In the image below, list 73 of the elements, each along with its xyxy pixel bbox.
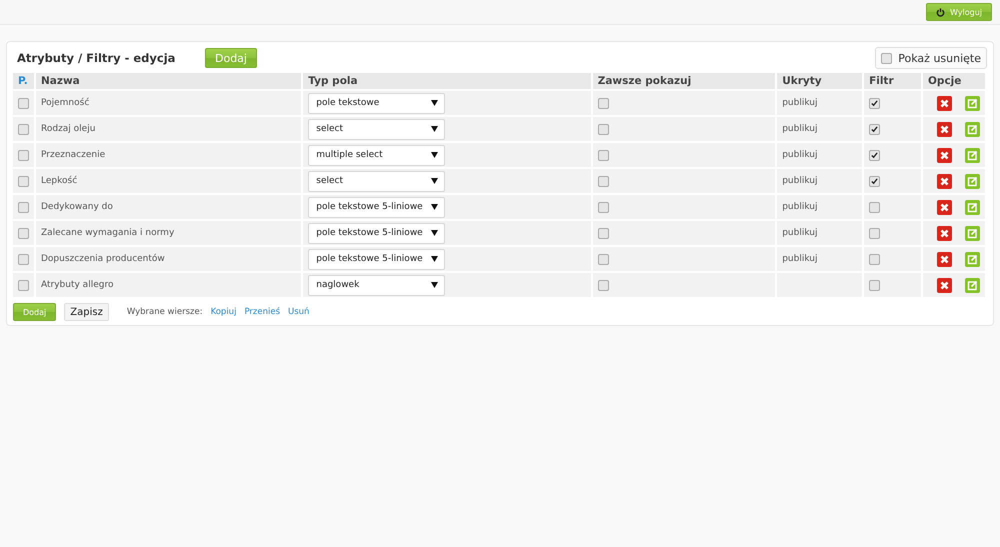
field-type-select[interactable]: pole tekstowe 5-liniowe: [308, 222, 446, 244]
checkbox[interactable]: [598, 254, 609, 264]
delete-icon[interactable]: [937, 252, 952, 266]
checkbox[interactable]: [869, 202, 880, 212]
checkbox[interactable]: [18, 124, 29, 134]
field-type-select[interactable]: naglowek: [308, 274, 446, 296]
caret-icon: [431, 126, 438, 132]
edit-icon[interactable]: [965, 148, 980, 162]
action-link[interactable]: Przenieś: [244, 307, 280, 317]
checkbox[interactable]: [18, 176, 29, 186]
checkbox[interactable]: [869, 254, 880, 264]
column-header: Filtr: [863, 73, 922, 90]
field-type-select[interactable]: pole tekstowe: [308, 92, 446, 114]
checkbox[interactable]: [598, 176, 609, 186]
save-button[interactable]: Zapisz: [64, 303, 109, 321]
checkbox[interactable]: [598, 124, 609, 134]
show-deleted-toggle[interactable]: Pokaż usunięte: [875, 47, 987, 69]
caret-icon: [431, 256, 438, 262]
caret-icon: [431, 178, 438, 184]
checkbox[interactable]: [18, 202, 29, 212]
edit-icon[interactable]: [965, 174, 980, 188]
edit-icon[interactable]: [965, 252, 980, 266]
delete-icon[interactable]: [937, 226, 952, 240]
checkbox[interactable]: [869, 98, 880, 108]
delete-icon[interactable]: [937, 96, 952, 110]
field-type-select[interactable]: pole tekstowe 5-liniowe: [308, 196, 446, 218]
checkbox[interactable]: [18, 280, 29, 290]
field-type-select[interactable]: multiple select: [308, 144, 446, 166]
checkbox[interactable]: [598, 98, 609, 108]
edit-icon[interactable]: [965, 278, 980, 292]
field-type-select[interactable]: select: [308, 118, 446, 140]
checkbox[interactable]: [598, 202, 609, 212]
caret-icon: [431, 152, 438, 158]
field-type-select[interactable]: pole tekstowe 5-liniowe: [308, 248, 446, 270]
edit-icon[interactable]: [965, 96, 980, 110]
caret-icon: [431, 100, 438, 106]
column-header: Opcje: [922, 73, 986, 90]
caret-icon: [431, 230, 438, 236]
delete-icon[interactable]: [937, 122, 952, 136]
checkbox[interactable]: [18, 254, 29, 264]
checkbox[interactable]: [18, 150, 29, 160]
checkbox[interactable]: [18, 98, 29, 108]
column-header: Zawsze pokazuj: [592, 73, 776, 90]
delete-icon[interactable]: [937, 200, 952, 214]
column-header: Nazwa: [35, 73, 302, 90]
name-cell: Atrybuty allegro: [35, 272, 302, 297]
edit-icon[interactable]: [965, 122, 980, 136]
field-type-select[interactable]: select: [308, 170, 446, 192]
checkbox[interactable]: [869, 176, 880, 186]
delete-icon[interactable]: [937, 148, 952, 162]
power-icon: [936, 8, 945, 16]
show-deleted-label: Pokaż usunięte: [898, 52, 981, 64]
checkbox[interactable]: [881, 52, 892, 64]
edit-icon[interactable]: [965, 200, 980, 214]
delete-icon[interactable]: [937, 278, 952, 292]
checkbox[interactable]: [598, 228, 609, 238]
action-link[interactable]: Kopiuj: [210, 307, 236, 317]
selected-rows-label: Wybrane wiersze:: [126, 307, 203, 317]
checkbox[interactable]: [869, 150, 880, 160]
caret-icon: [431, 282, 438, 288]
checkbox[interactable]: [869, 124, 880, 134]
checkbox[interactable]: [598, 280, 609, 290]
column-header: Ukryty: [776, 73, 864, 90]
action-link[interactable]: Usuń: [288, 307, 310, 317]
panel-title: Atrybuty / Filtry - edycja: [17, 51, 176, 65]
checkbox[interactable]: [869, 280, 880, 290]
checkbox[interactable]: [598, 150, 609, 160]
delete-icon[interactable]: [937, 174, 952, 188]
caret-icon: [431, 204, 438, 210]
checkbox[interactable]: [869, 228, 880, 238]
checkbox[interactable]: [18, 228, 29, 238]
column-header: Typ pola: [302, 73, 592, 90]
edit-icon[interactable]: [965, 226, 980, 240]
